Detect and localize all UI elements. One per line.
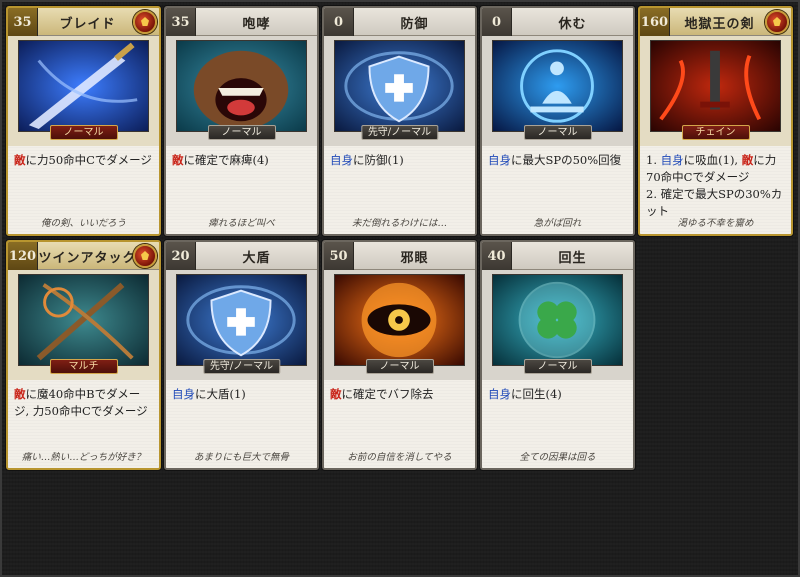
description-text: に大盾(1)	[195, 387, 246, 401]
flavor-text: 痺れるほど叫べ	[208, 218, 275, 229]
enemy-target-label: 敵	[14, 387, 26, 401]
flavor-text: 未だ倒れるわけには…	[351, 218, 447, 229]
card-header: 160 地獄王の剣	[640, 8, 791, 36]
rarity-emblem-icon	[765, 10, 789, 34]
enemy-target-label: 敵	[741, 153, 754, 167]
skill-card[interactable]: 160 地獄王の剣 チェイン 1. 自身に吸血(1), 敵に力70命中Cでダメー…	[638, 6, 793, 236]
description-text: に回生(4)	[511, 387, 562, 401]
description-text: に確定で麻痺(4)	[183, 153, 269, 167]
skill-card[interactable]: 50 邪眼 ノーマル 敵に確定でバフ除去 お前の自信を消してやる	[322, 240, 477, 470]
flavor-text: お前の自信を消してやる	[347, 452, 452, 463]
description-text: に防御(1)	[353, 153, 404, 167]
twin-staff-art	[18, 274, 149, 366]
sword-art	[18, 40, 149, 132]
flavor-text: 俺の剣、いいだろう	[41, 218, 126, 229]
rarity-emblem-icon	[133, 244, 157, 268]
skill-card[interactable]: 35 咆哮 ノーマル 敵に確定で麻痺(4) 痺れるほど叫べ	[164, 6, 319, 236]
flavor-text: 痛い…熱い…どっちが好き？	[21, 452, 146, 463]
card-title: 大盾	[242, 250, 271, 266]
skill-card[interactable]: 40 回生 ノーマル 自身に回生(4) 全ての因果は回る	[480, 240, 635, 470]
skill-card[interactable]: 35 ブレイド ノーマル 敵に力50命中Cでダメージ 俺の剣、いいだろう	[6, 6, 161, 236]
card-title: 地獄王の剣	[684, 16, 755, 32]
card-header: 20 大盾	[166, 242, 317, 270]
skill-card[interactable]: 20 大盾 先守/ノーマル 自身に大盾(1) あまりにも巨大で無骨	[164, 240, 319, 470]
flavor-text: 急がば回れ	[533, 218, 582, 229]
shield-art	[334, 40, 465, 132]
card-title: 防御	[400, 16, 429, 32]
card-header: 35 ブレイド	[8, 8, 159, 36]
type-badge: ノーマル	[523, 125, 592, 140]
flavor-text: あまりにも巨大で無骨	[193, 452, 289, 463]
cost-value: 0	[482, 8, 512, 36]
big-shield-art	[176, 274, 307, 366]
card-title: ツインアタック	[38, 250, 137, 266]
description-text: に力50命中Cでダメージ	[25, 153, 152, 167]
card-header: 0 休む	[482, 8, 633, 36]
type-badge: ノーマル	[523, 359, 592, 374]
cost-value: 0	[324, 8, 354, 36]
card-title: ブレイド	[59, 16, 116, 32]
card-header: 35 咆哮	[166, 8, 317, 36]
card-title: 咆哮	[242, 16, 271, 32]
card-header: 50 邪眼	[324, 242, 475, 270]
self-target-label: 自身	[488, 387, 511, 401]
description-text: に確定でバフ除去	[341, 387, 434, 401]
self-target-label: 自身	[172, 387, 195, 401]
hell-sword-art	[650, 40, 781, 132]
rarity-emblem-icon	[133, 10, 157, 34]
card-title: 休む	[558, 16, 587, 32]
type-badge: 先守/ノーマル	[202, 359, 281, 374]
type-badge: ノーマル	[365, 359, 434, 374]
enemy-target-label: 敵	[14, 153, 26, 167]
cost-value: 50	[324, 242, 354, 270]
cost-value: 40	[482, 242, 512, 270]
skill-card[interactable]: 120 ツインアタック マルチ 敵に魔40命中Bでダメージ, 力50命中Cでダメ…	[6, 240, 161, 470]
type-badge: マルチ	[49, 359, 118, 374]
card-title: 回生	[558, 250, 587, 266]
self-target-label: 自身	[488, 153, 511, 167]
type-badge: 先守/ノーマル	[360, 125, 439, 140]
card-header: 40 回生	[482, 242, 633, 270]
cost-value: 20	[166, 242, 196, 270]
card-header: 0 防御	[324, 8, 475, 36]
card-title: 邪眼	[400, 250, 429, 266]
meditation-art	[492, 40, 623, 132]
description-text: に最大SPの50%回復	[511, 153, 622, 167]
type-badge: チェイン	[681, 125, 750, 140]
description-text: 2. 確定で最大SPの30%カット	[646, 187, 783, 218]
cost-value: 35	[8, 8, 38, 36]
enemy-target-label: 敵	[330, 387, 342, 401]
card-header: 120 ツインアタック	[8, 242, 159, 270]
cost-value: 35	[166, 8, 196, 36]
cost-value: 120	[8, 242, 38, 270]
evil-eye-art	[334, 274, 465, 366]
type-badge: ノーマル	[49, 125, 118, 140]
clover-orb-art	[492, 274, 623, 366]
cost-value: 160	[640, 8, 670, 36]
card-grid: 35 ブレイド ノーマル 敵に力50命中Cでダメージ 俺の剣、いいだろう 35 …	[4, 4, 800, 479]
skill-card[interactable]: 0 休む ノーマル 自身に最大SPの50%回復 急がば回れ	[480, 6, 635, 236]
type-badge: ノーマル	[207, 125, 276, 140]
self-target-label: 自身	[330, 153, 353, 167]
self-target-label: 自身	[660, 153, 684, 167]
skill-card[interactable]: 0 防御 先守/ノーマル 自身に防御(1) 未だ倒れるわけには…	[322, 6, 477, 236]
description-text: 1.	[646, 153, 661, 167]
description-text: に魔40命中Bでダメージ, 力50命中Cでダメージ	[14, 387, 148, 418]
roaring-beast-art	[176, 40, 307, 132]
flavor-text: 全ての因果は回る	[519, 452, 596, 463]
enemy-target-label: 敵	[172, 153, 184, 167]
description-text: に吸血(1),	[683, 153, 742, 167]
flavor-text: 渇ゆる不幸を齎め	[677, 218, 754, 229]
